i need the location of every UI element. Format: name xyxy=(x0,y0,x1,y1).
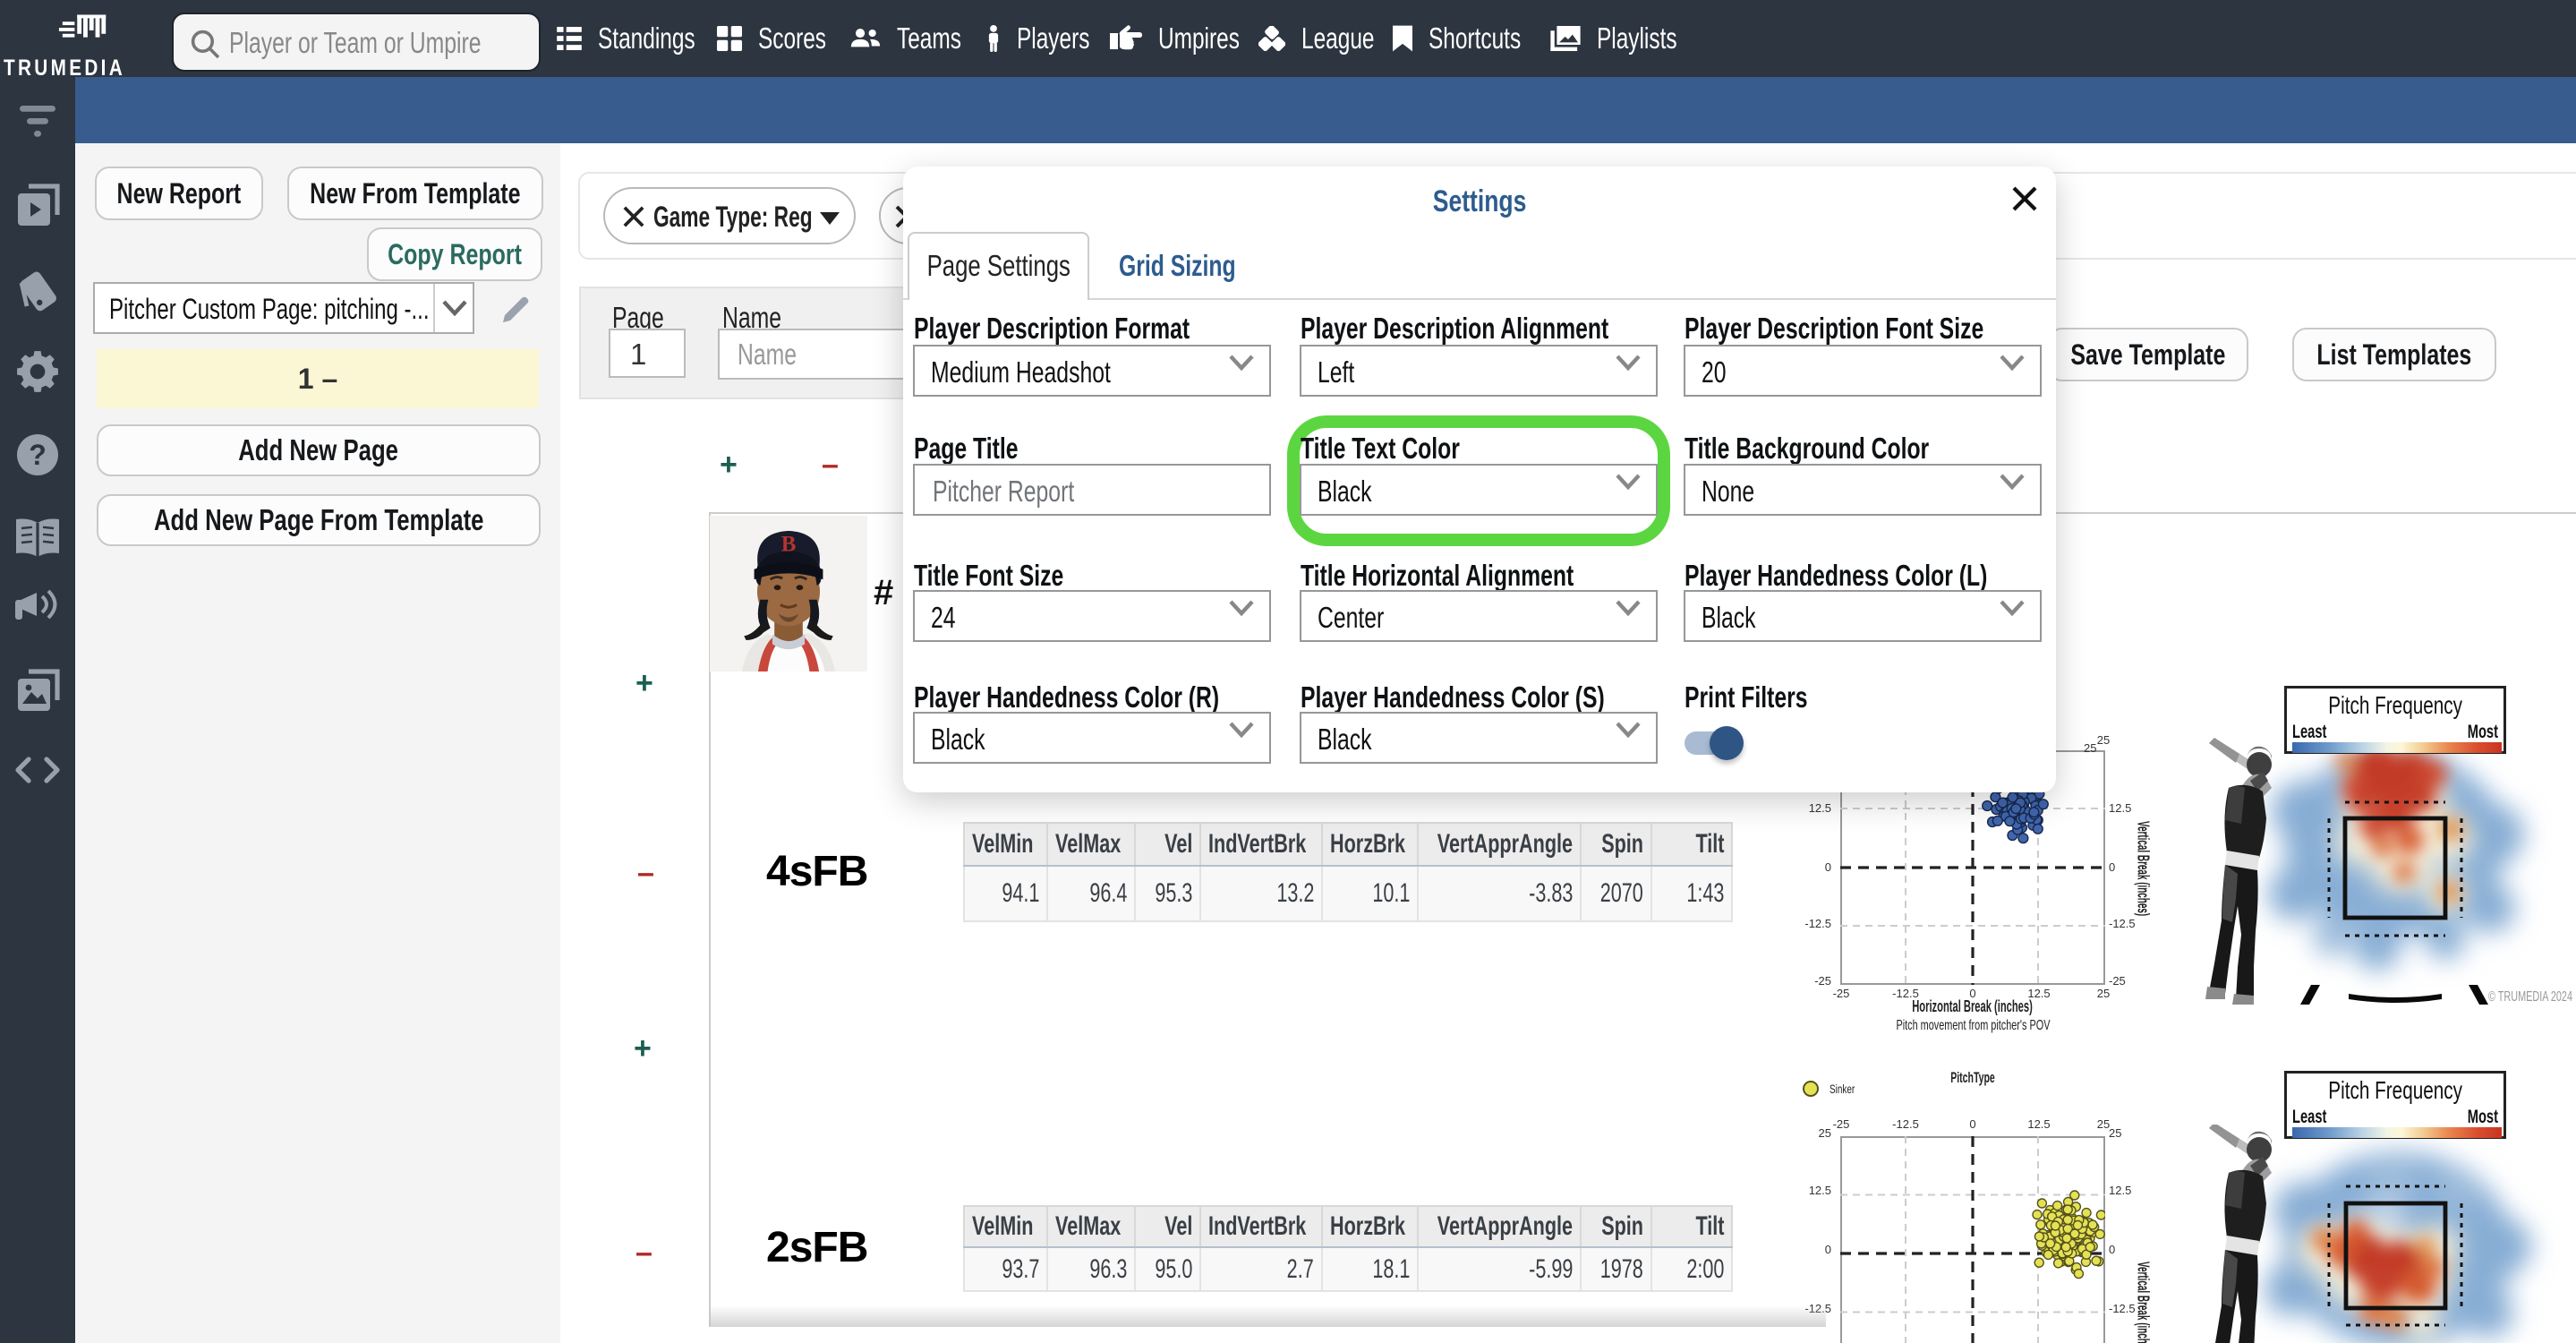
svg-text:?: ? xyxy=(29,439,47,471)
svg-text:© TRUMEDIA 2024: © TRUMEDIA 2024 xyxy=(2488,989,2572,1005)
svg-text:B: B xyxy=(781,533,797,557)
